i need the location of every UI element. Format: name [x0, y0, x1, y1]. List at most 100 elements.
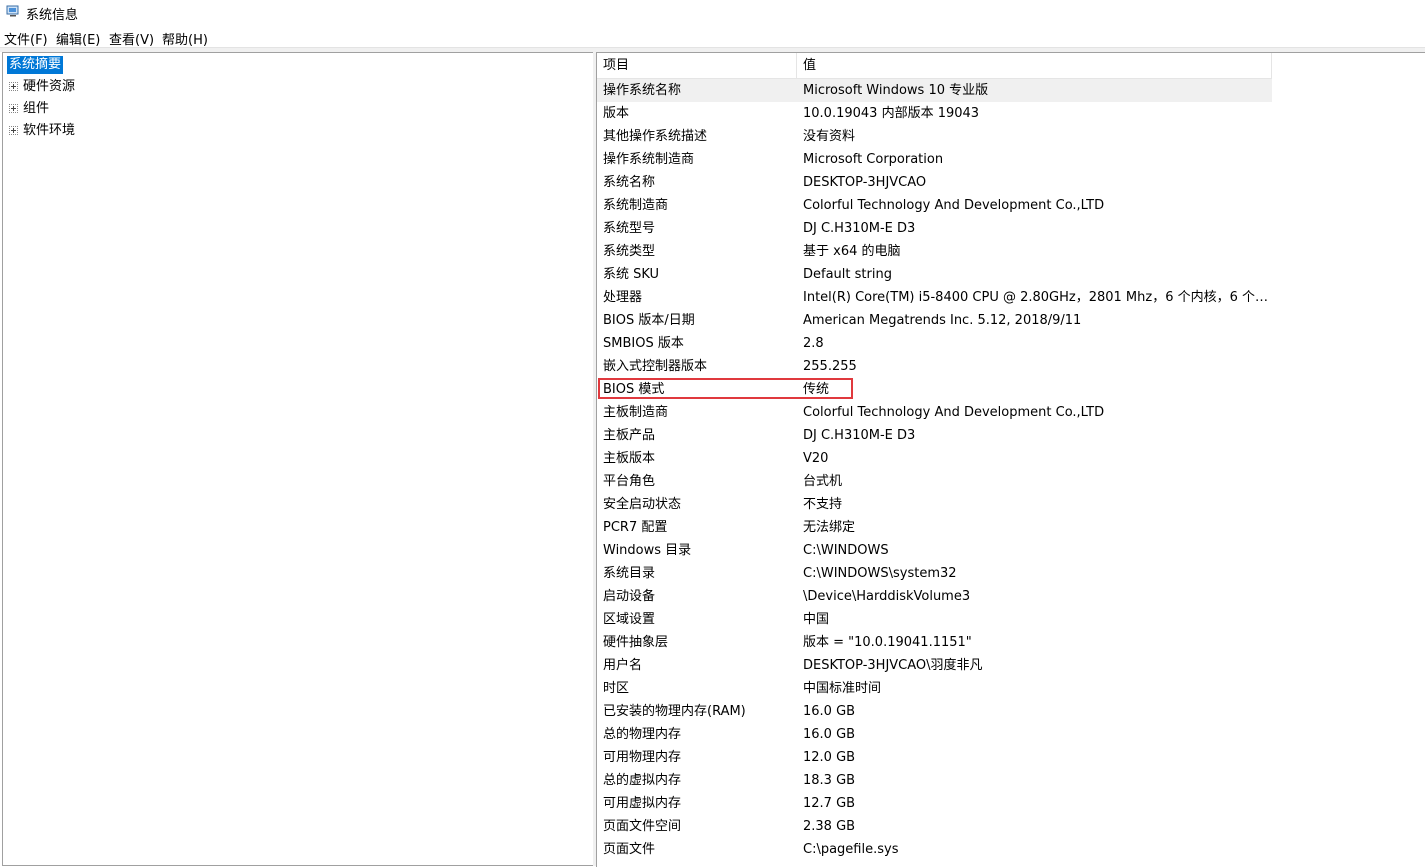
table-row[interactable]: 嵌入式控制器版本 255.255: [597, 355, 1272, 378]
table-row[interactable]: 系统目录 C:\WINDOWS\system32: [597, 562, 1272, 585]
row-value-cell: American Megatrends Inc. 5.12, 2018/9/11: [803, 313, 1082, 328]
table-row[interactable]: 页面文件 C:\pagefile.sys: [597, 838, 1272, 861]
table-body: 操作系统名称 Microsoft Windows 10 专业版 版本 10.0.190…: [597, 79, 1272, 861]
table-header: 项目 值: [597, 53, 1272, 79]
row-item-cell: 系统名称: [603, 175, 656, 190]
row-item-cell: 系统 SKU: [603, 267, 660, 282]
table-row[interactable]: BIOS 模式 传统: [597, 378, 1272, 401]
table-row[interactable]: 操作系统名称 Microsoft Windows 10 专业版: [597, 79, 1272, 102]
table-row[interactable]: 硬件抽象层 版本 = "10.0.19041.1151": [597, 631, 1272, 654]
row-item-cell: 用户名: [603, 658, 643, 673]
table-row[interactable]: 系统 SKU Default string: [597, 263, 1272, 286]
table-row[interactable]: 主板制造商 Colorful Technology And Development…: [597, 401, 1272, 424]
row-item-cell: 主板制造商: [603, 405, 669, 420]
table-row[interactable]: 版本 10.0.19043 内部版本 19043: [597, 102, 1272, 125]
table-row[interactable]: 时区 中国标准时间: [597, 677, 1272, 700]
row-item-cell: 安全启动状态: [603, 497, 682, 512]
row-item-cell: 操作系统制造商: [603, 152, 695, 167]
table-row[interactable]: 总的虚拟内存 18.3 GB: [597, 769, 1272, 792]
system-info-icon: [6, 5, 19, 17]
expand-plus-icon[interactable]: [9, 104, 18, 113]
row-item-cell: 硬件抽象层: [603, 635, 669, 650]
table-row[interactable]: 主板版本 V20: [597, 447, 1272, 470]
row-item-cell: 版本: [603, 106, 630, 121]
row-value-cell: Colorful Technology And Development Co.,…: [803, 405, 1105, 420]
row-value-cell: DESKTOP-3HJVCAO: [803, 175, 927, 190]
menu-view[interactable]: 查看(V): [109, 29, 154, 48]
row-item-cell: 系统目录: [603, 566, 656, 581]
row-value-cell: 不支持: [803, 497, 843, 512]
row-value-cell: Microsoft Corporation: [803, 152, 944, 167]
row-value-cell: 中国: [803, 612, 830, 627]
table-row[interactable]: 可用物理内存 12.0 GB: [597, 746, 1272, 769]
row-item-cell: BIOS 模式: [603, 382, 665, 397]
table-row[interactable]: BIOS 版本/日期 American Megatrends Inc. 5.12,…: [597, 309, 1272, 332]
row-item-cell: 其他操作系统描述: [603, 129, 708, 144]
row-value-cell: \Device\HarddiskVolume3: [803, 589, 971, 604]
tree-item-software-environment[interactable]: 软件环境: [9, 122, 75, 140]
row-item-cell: 系统型号: [603, 221, 656, 236]
row-item-cell: 已安装的物理内存(RAM): [603, 704, 746, 719]
table-row[interactable]: 主板产品 DJ C.H310M-E D3: [597, 424, 1272, 447]
table-row[interactable]: 平台角色 台式机: [597, 470, 1272, 493]
column-header-item[interactable]: 项目: [597, 53, 797, 78]
row-value-cell: 版本 = "10.0.19041.1151": [803, 635, 972, 650]
expand-plus-icon[interactable]: [9, 82, 18, 91]
row-value-cell: 中国标准时间: [803, 681, 882, 696]
tree-item-label: 软件环境: [23, 123, 76, 138]
category-tree[interactable]: 系统摘要 硬件资源 组件 软件环境: [2, 52, 594, 866]
table-row[interactable]: 已安装的物理内存(RAM) 16.0 GB: [597, 700, 1272, 723]
column-header-value[interactable]: 值: [797, 53, 1272, 78]
title-bar: 系统信息: [0, 0, 1425, 26]
table-row[interactable]: 页面文件空间 2.38 GB: [597, 815, 1272, 838]
row-value-cell: 2.38 GB: [803, 819, 856, 834]
table-row[interactable]: 系统型号 DJ C.H310M-E D3: [597, 217, 1272, 240]
row-item-cell: 主板产品: [603, 428, 656, 443]
row-item-cell: 可用虚拟内存: [603, 796, 682, 811]
table-row[interactable]: 其他操作系统描述 没有资料: [597, 125, 1272, 148]
window-title: 系统信息: [26, 8, 79, 23]
row-item-cell: 页面文件: [603, 842, 656, 857]
tree-item-hardware-resources[interactable]: 硬件资源: [9, 78, 75, 96]
table-row[interactable]: 总的物理内存 16.0 GB: [597, 723, 1272, 746]
row-item-cell: 嵌入式控制器版本: [603, 359, 708, 374]
table-row[interactable]: SMBIOS 版本 2.8: [597, 332, 1272, 355]
table-row[interactable]: 操作系统制造商 Microsoft Corporation: [597, 148, 1272, 171]
row-item-cell: 可用物理内存: [603, 750, 682, 765]
row-value-cell: Microsoft Windows 10 专业版: [803, 83, 989, 98]
table-row[interactable]: 安全启动状态 不支持: [597, 493, 1272, 516]
details-table[interactable]: 项目 值 操作系统名称 Microsoft Windows 10 专业版 版本 10.…: [596, 52, 1425, 867]
tree-item-system-summary[interactable]: 系统摘要: [7, 56, 64, 74]
table-row[interactable]: 系统制造商 Colorful Technology And Development…: [597, 194, 1272, 217]
row-value-cell: C:\WINDOWS\system32: [803, 566, 957, 581]
row-item-cell: SMBIOS 版本: [603, 336, 684, 351]
row-item-cell: 启动设备: [603, 589, 656, 604]
tree-item-components[interactable]: 组件: [9, 100, 49, 118]
row-value-cell: Default string: [803, 267, 892, 282]
row-value-cell: 18.3 GB: [803, 773, 856, 788]
row-value-cell: DESKTOP-3HJVCAO\羽度非凡: [803, 658, 983, 673]
row-item-cell: 总的虚拟内存: [603, 773, 682, 788]
table-row[interactable]: 系统类型 基于 x64 的电脑: [597, 240, 1272, 263]
table-row[interactable]: 用户名 DESKTOP-3HJVCAO\羽度非凡: [597, 654, 1272, 677]
expand-plus-icon[interactable]: [9, 126, 18, 135]
table-row[interactable]: 区域设置 中国: [597, 608, 1272, 631]
table-row[interactable]: PCR7 配置 无法绑定: [597, 516, 1272, 539]
row-value-cell: 255.255: [803, 359, 857, 374]
table-row[interactable]: Windows 目录 C:\WINDOWS: [597, 539, 1272, 562]
menu-edit[interactable]: 编辑(E): [56, 29, 100, 48]
row-value-cell: C:\pagefile.sys: [803, 842, 899, 857]
row-item-cell: BIOS 版本/日期: [603, 313, 695, 328]
row-item-cell: 区域设置: [603, 612, 656, 627]
row-value-cell: 基于 x64 的电脑: [803, 244, 901, 259]
table-row[interactable]: 处理器 Intel(R) Core(TM) i5-8400 CPU @ 2.80G…: [597, 286, 1272, 309]
row-item-cell: 系统类型: [603, 244, 656, 259]
row-value-cell: 无法绑定: [803, 520, 856, 535]
table-row[interactable]: 可用虚拟内存 12.7 GB: [597, 792, 1272, 815]
row-item-cell: 主板版本: [603, 451, 656, 466]
menu-file[interactable]: 文件(F): [4, 29, 48, 48]
table-row[interactable]: 系统名称 DESKTOP-3HJVCAO: [597, 171, 1272, 194]
row-item-cell: PCR7 配置: [603, 520, 668, 535]
menu-help[interactable]: 帮助(H): [162, 29, 208, 48]
table-row[interactable]: 启动设备 \Device\HarddiskVolume3: [597, 585, 1272, 608]
